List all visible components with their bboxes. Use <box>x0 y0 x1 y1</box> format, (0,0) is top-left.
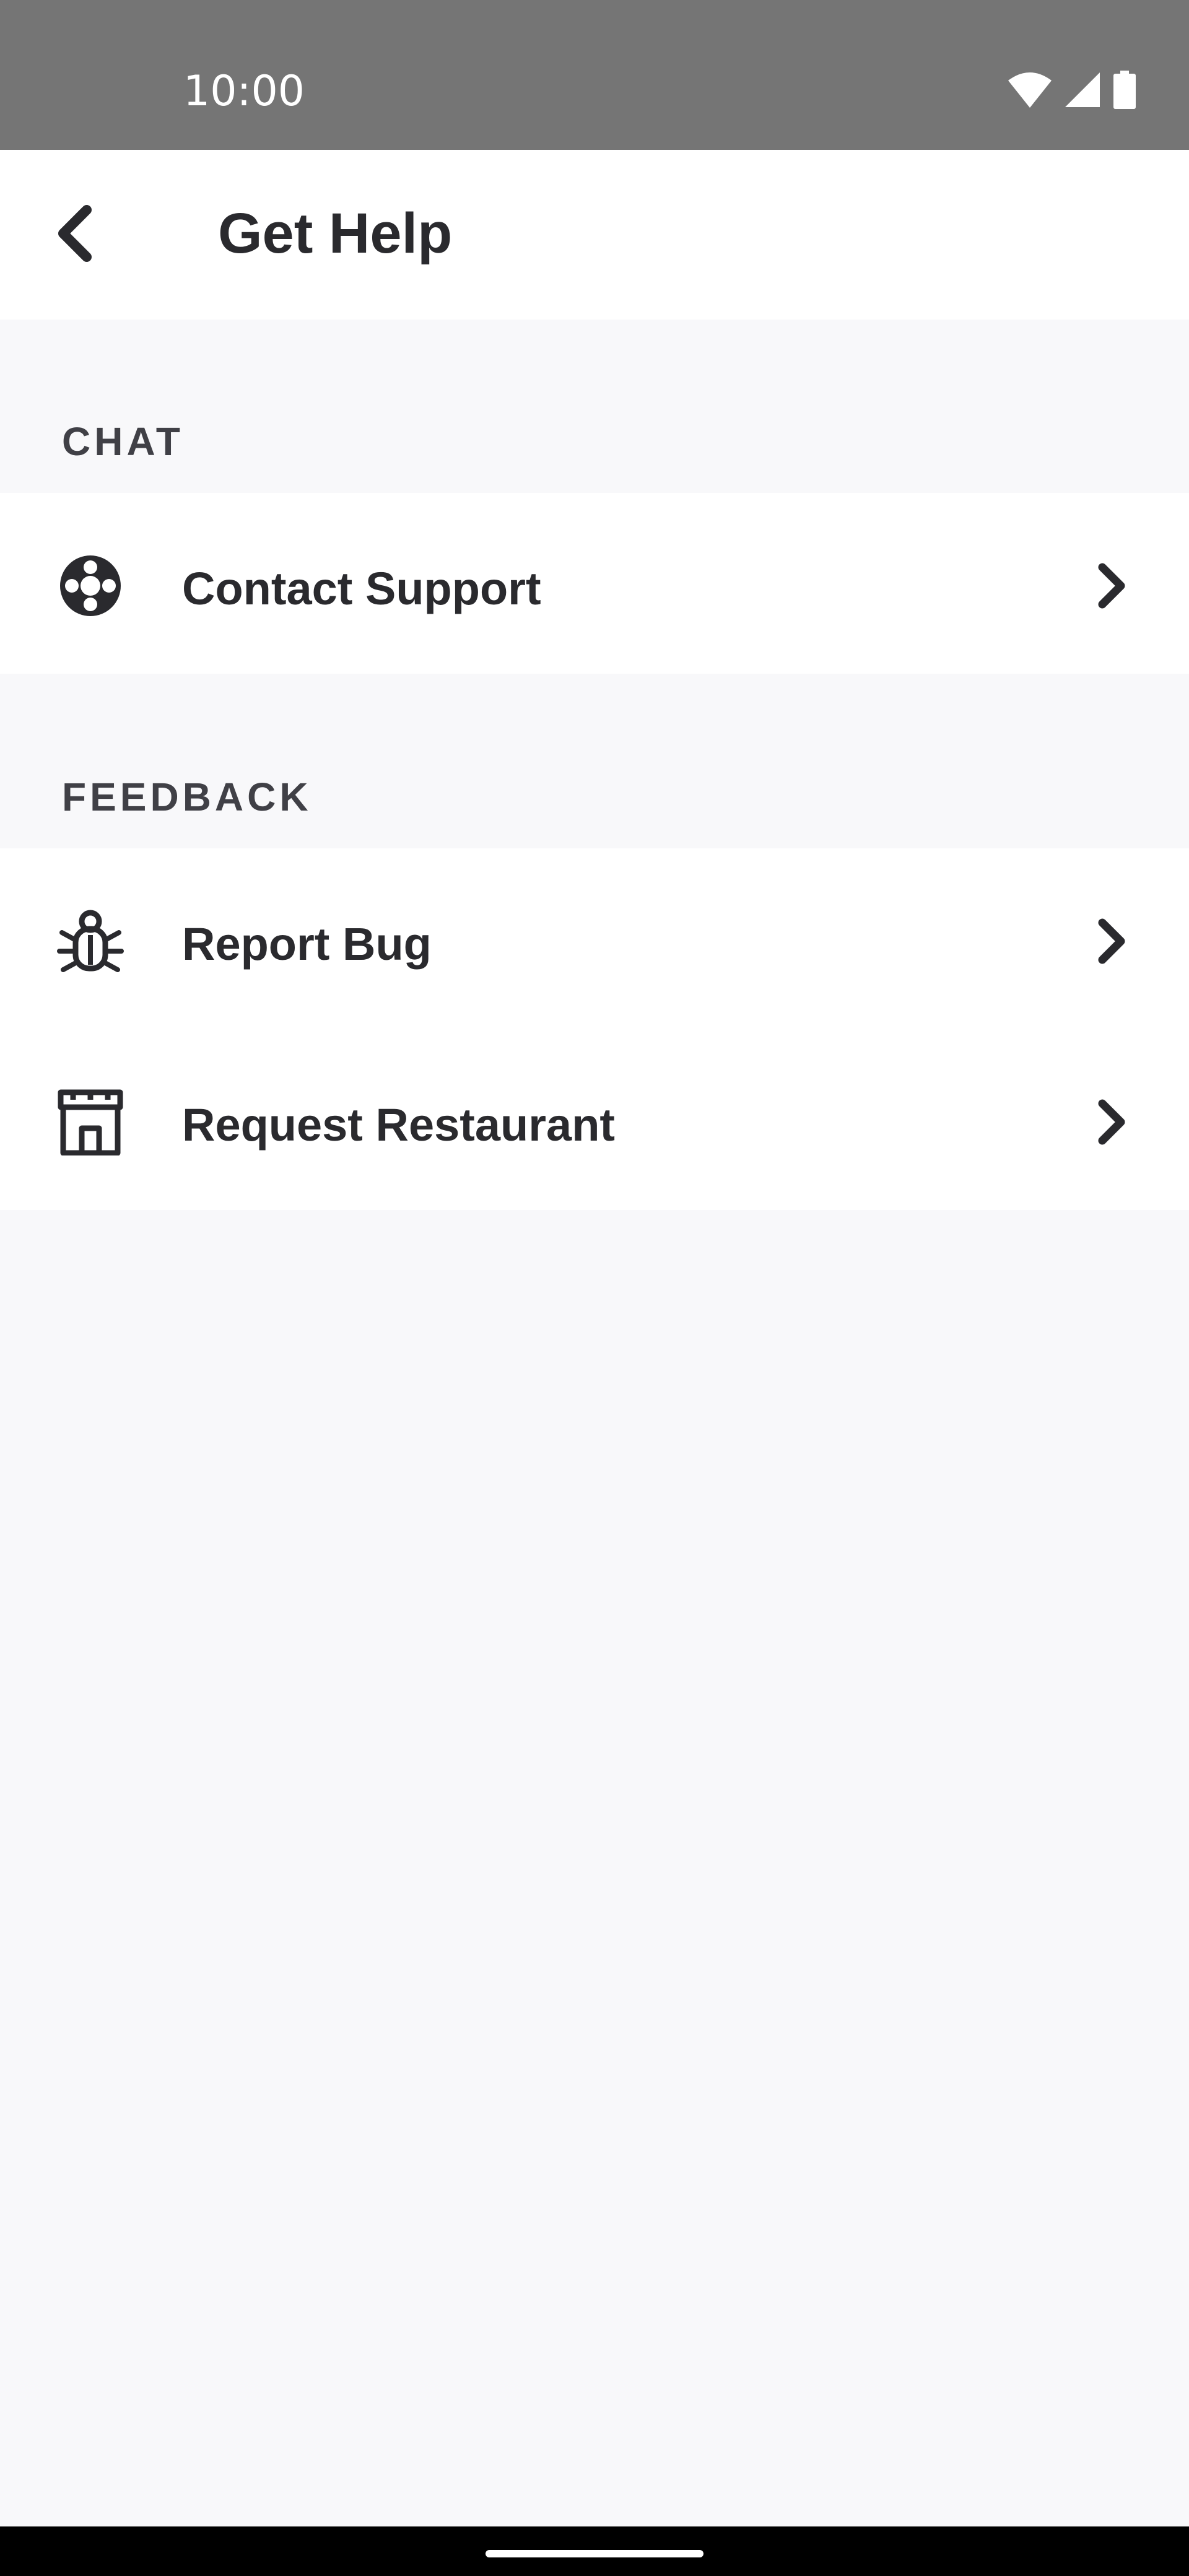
list-item-label: Report Bug <box>182 918 432 970</box>
section-header-feedback: FEEDBACK <box>62 775 312 819</box>
section-header-chat: CHAT <box>62 419 184 464</box>
chevron-right-icon <box>1098 918 1125 964</box>
feedback-list: Report Bug Request Restaurant <box>0 848 1189 1210</box>
list-item-report-bug[interactable]: Report Bug <box>0 848 1189 1029</box>
back-button[interactable] <box>37 187 111 280</box>
list-item-request-restaurant[interactable]: Request Restaurant <box>0 1029 1189 1210</box>
status-bar: 10:00 <box>0 0 1189 150</box>
bug-icon <box>57 910 124 972</box>
status-time: 10:00 <box>183 67 305 116</box>
list-item-label: Contact Support <box>182 563 541 614</box>
battery-icon <box>1113 71 1136 109</box>
status-icons <box>1008 68 1136 111</box>
cellular-signal-icon <box>1065 72 1100 107</box>
home-gesture-handle[interactable] <box>486 2550 703 2557</box>
chevron-right-icon <box>1098 563 1125 609</box>
list-item-contact-support[interactable]: Contact Support <box>0 493 1189 674</box>
page-title: Get Help <box>218 202 453 265</box>
chat-list: Contact Support <box>0 493 1189 674</box>
lifebuoy-icon <box>60 555 121 616</box>
storefront-icon <box>58 1089 123 1155</box>
wifi-icon <box>1008 72 1052 108</box>
system-navigation-bar <box>0 2526 1189 2576</box>
chevron-left-icon <box>58 205 92 262</box>
app-bar: Get Help <box>0 150 1189 320</box>
chevron-right-icon <box>1098 1099 1125 1145</box>
list-item-label: Request Restaurant <box>182 1099 616 1151</box>
